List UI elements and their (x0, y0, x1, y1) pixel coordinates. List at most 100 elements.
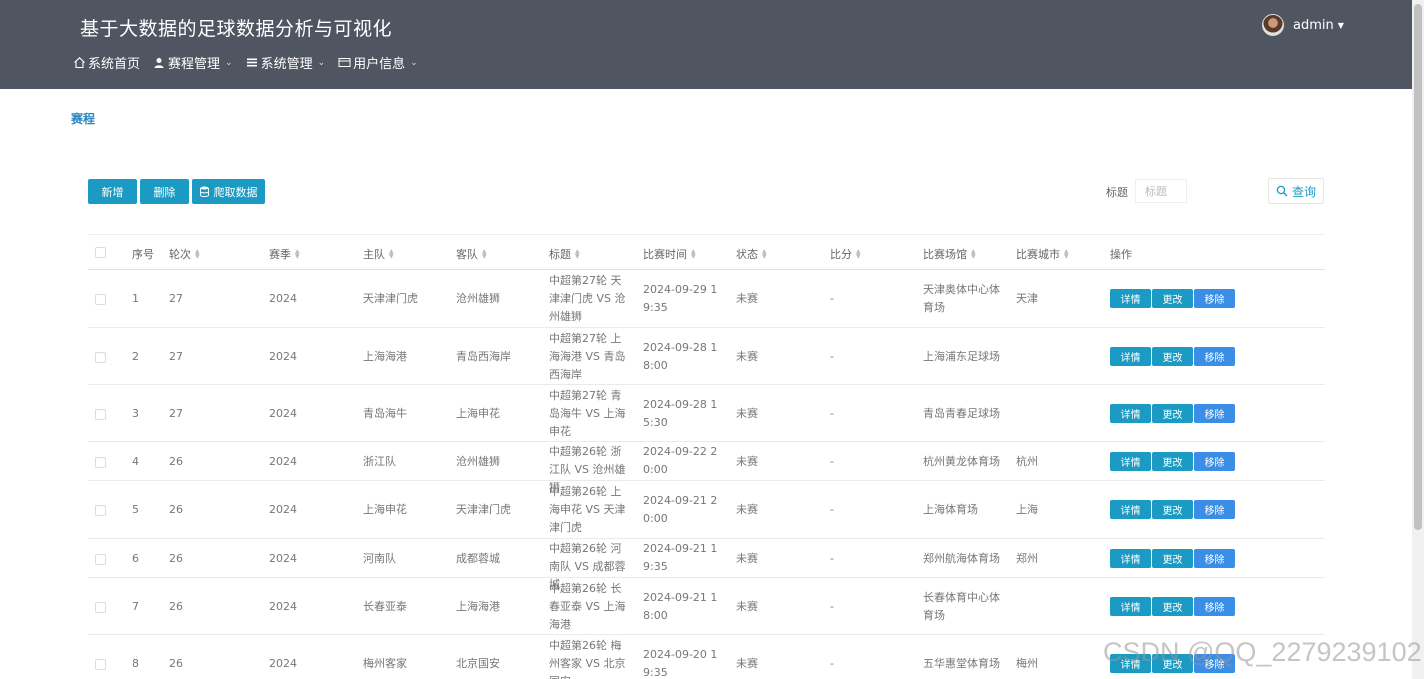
row-checkbox[interactable] (95, 658, 106, 670)
col-away[interactable]: 客队 ▲ ▼ (456, 246, 487, 262)
remove-button[interactable]: 移除 (1194, 500, 1235, 519)
row-actions: 详情 更改 移除 (1110, 289, 1236, 308)
row-round: 27 (169, 349, 183, 363)
edit-button[interactable]: 更改 (1152, 403, 1193, 423)
row-away: 上海申花 (456, 406, 500, 420)
row-home: 河南队 (363, 551, 396, 565)
row-away: 成都蓉城 (456, 551, 500, 565)
col-venue[interactable]: 比赛场馆 ▲ ▼ (923, 246, 976, 262)
edit-button[interactable]: 更改 (1152, 451, 1193, 471)
row-season: 2024 (269, 454, 297, 468)
top-header: 基于大数据的足球数据分析与可视化 系统首页 赛程管理 ⌄ 系统管理 ⌄ 用户信息… (0, 0, 1412, 89)
detail-button[interactable]: 详情 (1110, 548, 1151, 568)
row-title: 中超第26轮 长春亚泰 VS 上海海港 (549, 582, 626, 631)
remove-button[interactable]: 移除 (1194, 596, 1235, 616)
chevron-down-icon: ⌄ (225, 57, 233, 68)
detail-button[interactable]: 详情 (1110, 451, 1151, 471)
card-icon (337, 56, 351, 70)
col-time[interactable]: 比赛时间 ▲ ▼ (643, 246, 696, 262)
row-checkbox[interactable] (95, 351, 106, 363)
detail-button[interactable]: 详情 (1110, 500, 1151, 519)
row-title: 中超第27轮 青岛海牛 VS 上海申花 (549, 389, 626, 438)
row-round: 26 (169, 599, 183, 613)
row-no: 1 (132, 292, 139, 305)
nav-home[interactable]: 系统首页 (72, 53, 140, 72)
row-status: 未赛 (736, 599, 758, 613)
crawl-data-label: 爬取数据 (213, 185, 258, 199)
nav-system[interactable]: 系统管理 ⌄ (245, 53, 325, 72)
row-status: 未赛 (736, 454, 758, 468)
row-actions: 详情 更改 移除 (1110, 451, 1236, 471)
edit-button[interactable]: 更改 (1152, 548, 1193, 568)
detail-button[interactable]: 详情 (1110, 596, 1151, 616)
edit-button[interactable]: 更改 (1152, 500, 1193, 519)
detail-button[interactable]: 详情 (1110, 346, 1151, 366)
col-city[interactable]: 比赛城市 ▲ ▼ (1016, 246, 1069, 262)
add-button[interactable]: 新增 (88, 179, 137, 204)
edit-button[interactable]: 更改 (1152, 596, 1193, 616)
remove-button[interactable]: 移除 (1194, 289, 1235, 308)
row-season: 2024 (269, 406, 297, 420)
col-status[interactable]: 状态 ▲ ▼ (736, 246, 767, 262)
select-all-checkbox[interactable] (95, 247, 106, 258)
row-season: 2024 (269, 599, 297, 613)
user-icon (152, 56, 166, 70)
row-checkbox[interactable] (95, 456, 106, 468)
row-round: 27 (169, 406, 183, 420)
col-score[interactable]: 比分 ▲ ▼ (830, 246, 861, 262)
page-scrollbar[interactable] (1412, 0, 1424, 679)
row-no: 7 (132, 599, 139, 613)
row-venue: 杭州黄龙体育场 (923, 454, 1000, 468)
row-score: - (830, 551, 834, 565)
row-checkbox[interactable] (95, 601, 106, 613)
table-row: 6 26 2024 河南队 成都蓉城 未赛 - 郑州 中超第26轮 河南队 VS 成都蓉城 202… (88, 539, 1325, 591)
row-score: - (830, 503, 834, 516)
home-icon (72, 56, 86, 70)
search-button[interactable]: 查询 (1268, 178, 1324, 204)
crawl-data-button[interactable]: 爬取数据 (192, 179, 265, 204)
row-no: 8 (132, 656, 139, 670)
row-round: 26 (169, 656, 183, 670)
remove-button[interactable]: 移除 (1194, 346, 1235, 366)
col-season[interactable]: 赛季 ▲ ▼ (269, 246, 300, 262)
edit-button[interactable]: 更改 (1152, 346, 1193, 366)
sort-icon: ▲ ▼ (195, 248, 200, 260)
remove-button[interactable]: 移除 (1194, 403, 1235, 423)
row-home: 上海海港 (363, 349, 407, 363)
row-away: 青岛西海岸 (456, 349, 511, 363)
delete-button[interactable]: 删除 (140, 179, 189, 204)
col-title[interactable]: 标题 ▲ ▼ (549, 246, 580, 262)
row-checkbox[interactable] (95, 408, 106, 420)
row-checkbox[interactable] (95, 505, 106, 516)
title-filter-label: 标题 (1106, 186, 1128, 199)
nav-system-label: 系统管理 (260, 57, 313, 72)
remove-button[interactable]: 移除 (1194, 548, 1235, 568)
row-home: 上海申花 (363, 503, 407, 516)
title-filter-input[interactable]: 标题 (1135, 179, 1187, 203)
row-score: - (830, 454, 834, 468)
row-home: 青岛海牛 (363, 406, 407, 420)
row-title: 中超第27轮 上海海港 VS 青岛西海岸 (549, 332, 626, 381)
row-title: 中超第26轮 梅州客家 VS 北京国安 (549, 639, 626, 679)
scrollbar-thumb[interactable] (1414, 4, 1422, 530)
row-checkbox[interactable] (95, 553, 106, 565)
detail-button[interactable]: 详情 (1110, 403, 1151, 423)
nav-user-info[interactable]: 用户信息 ⌄ (337, 53, 418, 72)
row-away: 北京国安 (456, 656, 500, 670)
row-checkbox[interactable] (95, 294, 106, 305)
remove-button[interactable]: 移除 (1194, 451, 1235, 471)
col-round[interactable]: 轮次 ▲ ▼ (169, 246, 200, 262)
user-menu[interactable]: admin ▼ (1262, 14, 1344, 36)
row-status: 未赛 (736, 292, 758, 305)
row-round: 26 (169, 551, 183, 565)
nav-schedule[interactable]: 赛程管理 ⌄ (152, 53, 233, 72)
sort-icon: ▲ ▼ (762, 248, 767, 260)
row-venue: 上海浦东足球场 (923, 349, 1000, 363)
edit-button[interactable]: 更改 (1152, 289, 1193, 308)
row-city: 上海 (1016, 503, 1038, 516)
row-time: 2024-09-22 20:00 (643, 445, 718, 476)
col-home[interactable]: 主队 ▲ ▼ (363, 246, 394, 262)
row-round: 26 (169, 503, 183, 516)
detail-button[interactable]: 详情 (1110, 289, 1151, 308)
chevron-down-icon: ⌄ (410, 57, 418, 68)
